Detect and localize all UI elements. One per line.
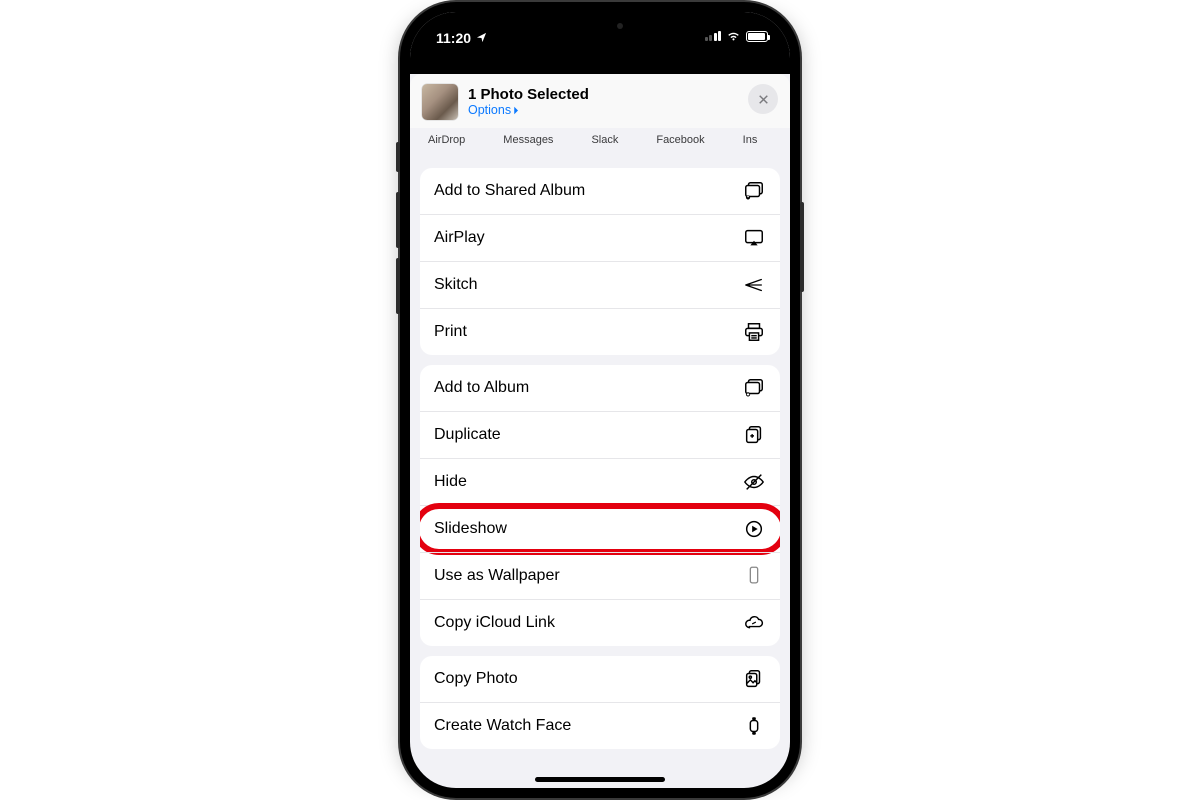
mute-switch xyxy=(396,142,400,172)
options-link[interactable]: Options xyxy=(468,103,589,117)
home-indicator[interactable] xyxy=(535,777,665,782)
row-label: Create Watch Face xyxy=(434,717,571,735)
notch xyxy=(505,12,695,40)
action-airplay[interactable]: AirPlay xyxy=(420,214,780,261)
hide-icon xyxy=(742,471,766,493)
screen: 11:20 1 Photo Selected xyxy=(410,12,790,788)
row-label: Hide xyxy=(434,473,467,491)
action-section-2: Add to Album Duplicate xyxy=(420,365,780,646)
duplicate-icon xyxy=(742,424,766,446)
action-print[interactable]: Print xyxy=(420,308,780,355)
row-label: AirPlay xyxy=(434,229,485,247)
location-arrow-icon xyxy=(476,30,487,46)
airplay-icon xyxy=(742,227,766,249)
add-album-icon xyxy=(742,377,766,399)
action-hide[interactable]: Hide xyxy=(420,458,780,505)
share-target-facebook[interactable]: Facebook xyxy=(656,134,704,146)
sheet-title: 1 Photo Selected xyxy=(468,86,589,103)
row-label: Use as Wallpaper xyxy=(434,567,560,585)
action-copy-icloud-link[interactable]: Copy iCloud Link xyxy=(420,599,780,646)
action-use-as-wallpaper[interactable]: Use as Wallpaper xyxy=(420,552,780,599)
share-target-slack[interactable]: Slack xyxy=(591,134,618,146)
watch-icon xyxy=(742,715,766,737)
share-target-messages[interactable]: Messages xyxy=(503,134,553,146)
row-label: Copy Photo xyxy=(434,670,518,688)
cellular-signal-icon xyxy=(705,31,722,41)
action-create-watch-face[interactable]: Create Watch Face xyxy=(420,702,780,749)
row-label: Print xyxy=(434,323,467,341)
row-label: Add to Album xyxy=(434,379,529,397)
row-label: Duplicate xyxy=(434,426,501,444)
row-label: Slideshow xyxy=(434,520,507,538)
row-label: Copy iCloud Link xyxy=(434,614,555,632)
action-skitch[interactable]: Skitch xyxy=(420,261,780,308)
play-icon xyxy=(742,518,766,540)
volume-up-button xyxy=(396,192,400,248)
wallpaper-icon xyxy=(742,565,766,587)
action-add-shared-album[interactable]: Add to Shared Album xyxy=(420,168,780,214)
copy-photo-icon xyxy=(742,668,766,690)
sheet-header: 1 Photo Selected Options xyxy=(410,74,790,128)
print-icon xyxy=(742,321,766,343)
share-target-airdrop[interactable]: AirDrop xyxy=(428,134,465,146)
action-duplicate[interactable]: Duplicate xyxy=(420,411,780,458)
photo-thumbnail[interactable] xyxy=(422,84,458,120)
skitch-icon xyxy=(742,274,766,296)
phone-frame: 11:20 1 Photo Selected xyxy=(400,2,800,798)
share-target-more[interactable]: Ins xyxy=(743,134,758,146)
battery-icon xyxy=(746,31,768,42)
close-icon xyxy=(757,93,770,106)
action-copy-photo[interactable]: Copy Photo xyxy=(420,656,780,702)
shared-album-icon xyxy=(742,180,766,202)
status-time: 11:20 xyxy=(436,30,471,46)
close-button[interactable] xyxy=(748,84,778,114)
options-label: Options xyxy=(468,103,511,117)
volume-down-button xyxy=(396,258,400,314)
power-button xyxy=(800,202,804,292)
row-label: Add to Shared Album xyxy=(434,182,585,200)
share-apps-row[interactable]: AirDrop Messages Slack Facebook Ins xyxy=(410,128,790,156)
action-section-1: Add to Shared Album AirPlay xyxy=(420,168,780,355)
cloud-link-icon xyxy=(742,612,766,634)
chevron-right-icon xyxy=(513,106,520,115)
sheet-backdrop xyxy=(410,50,790,74)
share-sheet: 1 Photo Selected Options xyxy=(410,74,790,128)
row-label: Skitch xyxy=(434,276,478,294)
wifi-icon xyxy=(726,28,741,44)
earpiece-dot xyxy=(617,23,623,29)
action-slideshow[interactable]: Slideshow xyxy=(420,505,780,552)
action-add-to-album[interactable]: Add to Album xyxy=(420,365,780,411)
action-section-3: Copy Photo Create Watch Face xyxy=(420,656,780,749)
